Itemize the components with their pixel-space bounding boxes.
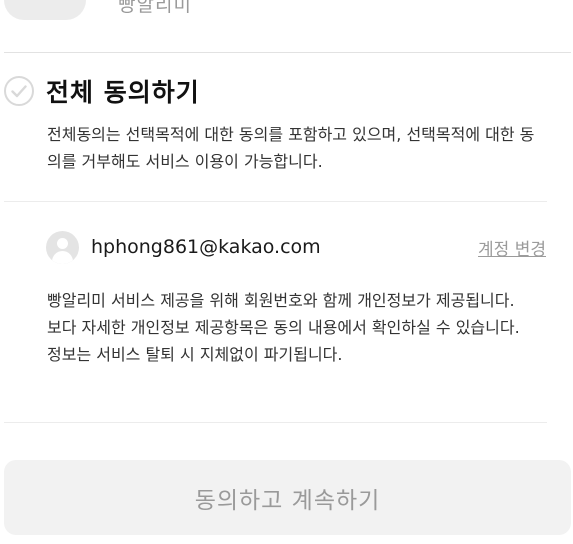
change-account-link[interactable]: 계정 변경	[478, 235, 546, 260]
app-name: 빵알리미	[118, 0, 192, 16]
divider	[4, 52, 571, 53]
agree-all-label: 전체 동의하기	[46, 78, 200, 107]
avatar-icon	[46, 230, 79, 264]
account-email: hphong861@kakao.com	[91, 236, 321, 258]
agree-all-description: 전체동의는 선택목적에 대한 동의를 포함하고 있으며, 선택목적에 대한 동의…	[47, 125, 535, 171]
account-row: hphong861@kakao.com 계정 변경	[46, 230, 546, 264]
divider	[4, 422, 547, 423]
agree-continue-button[interactable]: 동의하고 계속하기	[4, 460, 571, 535]
check-circle-icon	[4, 76, 34, 106]
app-logo	[4, 0, 86, 20]
agree-all-checkbox[interactable]: 전체 동의하기	[4, 74, 200, 108]
consent-page: 빵알리미 전체 동의하기 전체동의는 선택목적에 대한 동의를 포함하고 있으며…	[0, 0, 573, 544]
privacy-notice: 빵알리미 서비스 제공을 위해 회원번호와 함께 개인정보가 제공됩니다. 보다…	[47, 291, 520, 364]
app-header: 빵알리미	[0, 0, 573, 53]
divider	[4, 201, 547, 202]
